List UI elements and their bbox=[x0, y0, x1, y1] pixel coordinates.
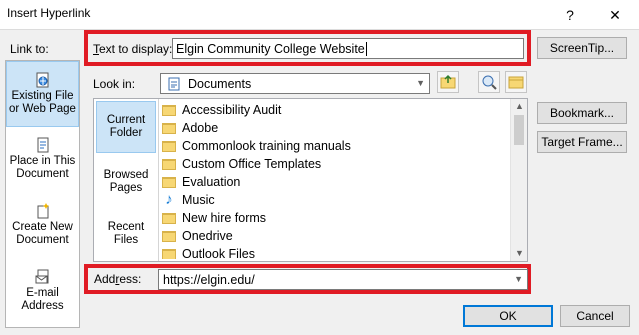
existing-file-label-2: or Web Page bbox=[9, 103, 76, 115]
up-folder-icon bbox=[440, 74, 456, 89]
list-item-label: New hire forms bbox=[182, 211, 267, 225]
scroll-down-icon[interactable]: ▼ bbox=[515, 248, 524, 258]
email-label-1: E-mail bbox=[26, 287, 59, 299]
list-item[interactable]: Adobe bbox=[162, 119, 507, 137]
list-item-label: Adobe bbox=[182, 121, 219, 135]
list-item-label: Custom Office Templates bbox=[182, 157, 322, 171]
email-label-2: Address bbox=[21, 300, 64, 312]
screentip-button[interactable]: ScreenTip... bbox=[537, 37, 627, 59]
tab-browsed-pages-label-2: Pages bbox=[109, 182, 143, 194]
address-input[interactable]: https://elgin.edu/ ▼ bbox=[158, 269, 528, 290]
list-item-label: Commonlook training manuals bbox=[182, 139, 351, 153]
folder-icon bbox=[162, 158, 176, 170]
look-in-dropdown[interactable]: Documents ▼ bbox=[160, 73, 430, 94]
folder-icon bbox=[162, 122, 176, 134]
address-value: https://elgin.edu/ bbox=[163, 272, 255, 287]
list-item-label: Evaluation bbox=[182, 175, 241, 189]
documents-icon bbox=[168, 77, 180, 90]
place-in-doc-label-2: Document bbox=[16, 168, 69, 180]
tab-recent-files[interactable]: Recent Files bbox=[96, 209, 156, 259]
folder-icon bbox=[162, 212, 176, 224]
folder-icon bbox=[162, 104, 176, 116]
folder-icon bbox=[162, 140, 176, 152]
list-item-label: Onedrive bbox=[182, 229, 233, 243]
text-to-display-value: Elgin Community College Website bbox=[176, 41, 365, 56]
vertical-scrollbar[interactable]: ▲ ▼ bbox=[510, 99, 527, 261]
tab-browsed-pages[interactable]: Browsed Pages bbox=[96, 157, 156, 209]
list-item[interactable]: ♪ Music bbox=[162, 191, 507, 209]
list-item-label: Accessibility Audit bbox=[182, 103, 282, 117]
create-new-label-1: Create New bbox=[12, 221, 73, 233]
new-document-icon bbox=[37, 203, 49, 219]
chevron-down-icon: ▼ bbox=[416, 78, 425, 88]
existing-file-label-1: Existing File bbox=[11, 90, 74, 102]
look-in-label: Look in: bbox=[93, 77, 136, 91]
text-to-display-label: Text to display: bbox=[93, 42, 173, 56]
file-list-panel: Current Folder Browsed Pages Recent File… bbox=[93, 98, 528, 262]
cancel-button[interactable]: Cancel bbox=[560, 305, 630, 327]
list-item[interactable]: Onedrive bbox=[162, 227, 507, 245]
tab-current-folder-label-2: Folder bbox=[109, 127, 143, 139]
place-in-doc-label-1: Place in This bbox=[9, 155, 76, 167]
browse-file-button[interactable] bbox=[505, 71, 527, 93]
list-item[interactable]: Commonlook training manuals bbox=[162, 137, 507, 155]
link-to-label: Link to: bbox=[10, 42, 49, 56]
text-to-display-input[interactable]: Elgin Community College Website bbox=[172, 38, 524, 59]
bookmark-button[interactable]: Bookmark... bbox=[537, 102, 627, 124]
help-button[interactable]: ? bbox=[547, 0, 593, 30]
list-item[interactable]: Custom Office Templates bbox=[162, 155, 507, 173]
target-frame-button[interactable]: Target Frame... bbox=[537, 131, 627, 153]
link-create-new-document[interactable]: Create New Document bbox=[6, 203, 79, 259]
title-bar: Insert Hyperlink ? ✕ bbox=[0, 0, 639, 30]
tab-recent-files-label-1: Recent bbox=[107, 221, 145, 233]
list-item[interactable]: Evaluation bbox=[162, 173, 507, 191]
link-email-address[interactable]: E-mail Address bbox=[6, 269, 79, 325]
tab-current-folder-label-1: Current bbox=[106, 114, 146, 126]
up-folder-button[interactable] bbox=[437, 71, 459, 93]
look-in-value: Documents bbox=[188, 76, 252, 91]
link-to-sidebar: Existing File or Web Page Place in This … bbox=[5, 60, 80, 328]
folder-icon bbox=[162, 248, 176, 259]
browse-web-icon bbox=[482, 75, 497, 90]
list-item[interactable]: New hire forms bbox=[162, 209, 507, 227]
list-item[interactable]: Outlook Files bbox=[162, 245, 507, 259]
web-page-icon bbox=[36, 72, 48, 88]
open-folder-icon bbox=[508, 76, 524, 89]
tab-current-folder[interactable]: Current Folder bbox=[96, 101, 156, 153]
music-icon: ♪ bbox=[165, 191, 173, 208]
folder-icon bbox=[162, 230, 176, 242]
file-list: Accessibility Audit Adobe Commonlook train… bbox=[162, 101, 507, 259]
window-title: Insert Hyperlink bbox=[7, 6, 91, 20]
link-existing-file-or-web-page[interactable]: Existing File or Web Page bbox=[6, 61, 79, 127]
place-in-document-icon bbox=[37, 137, 48, 153]
tab-recent-files-label-2: Files bbox=[113, 234, 139, 246]
create-new-label-2: Document bbox=[16, 234, 69, 246]
email-icon bbox=[35, 269, 48, 284]
close-button[interactable]: ✕ bbox=[592, 0, 638, 30]
ok-button[interactable]: OK bbox=[463, 305, 553, 327]
scroll-thumb[interactable] bbox=[514, 115, 524, 145]
address-dropdown-chevron-icon[interactable]: ▼ bbox=[514, 274, 523, 284]
list-item[interactable]: Accessibility Audit bbox=[162, 101, 507, 119]
scroll-up-icon[interactable]: ▲ bbox=[515, 101, 524, 111]
browse-web-button[interactable] bbox=[478, 71, 500, 93]
link-place-in-this-document[interactable]: Place in This Document bbox=[6, 137, 79, 193]
list-item-label: Music bbox=[182, 193, 215, 207]
tab-browsed-pages-label-1: Browsed bbox=[103, 169, 149, 181]
list-item-label: Outlook Files bbox=[182, 247, 255, 259]
folder-icon bbox=[162, 176, 176, 188]
address-label: Address: bbox=[94, 272, 142, 286]
list-tabs: Current Folder Browsed Pages Recent File… bbox=[94, 99, 159, 261]
